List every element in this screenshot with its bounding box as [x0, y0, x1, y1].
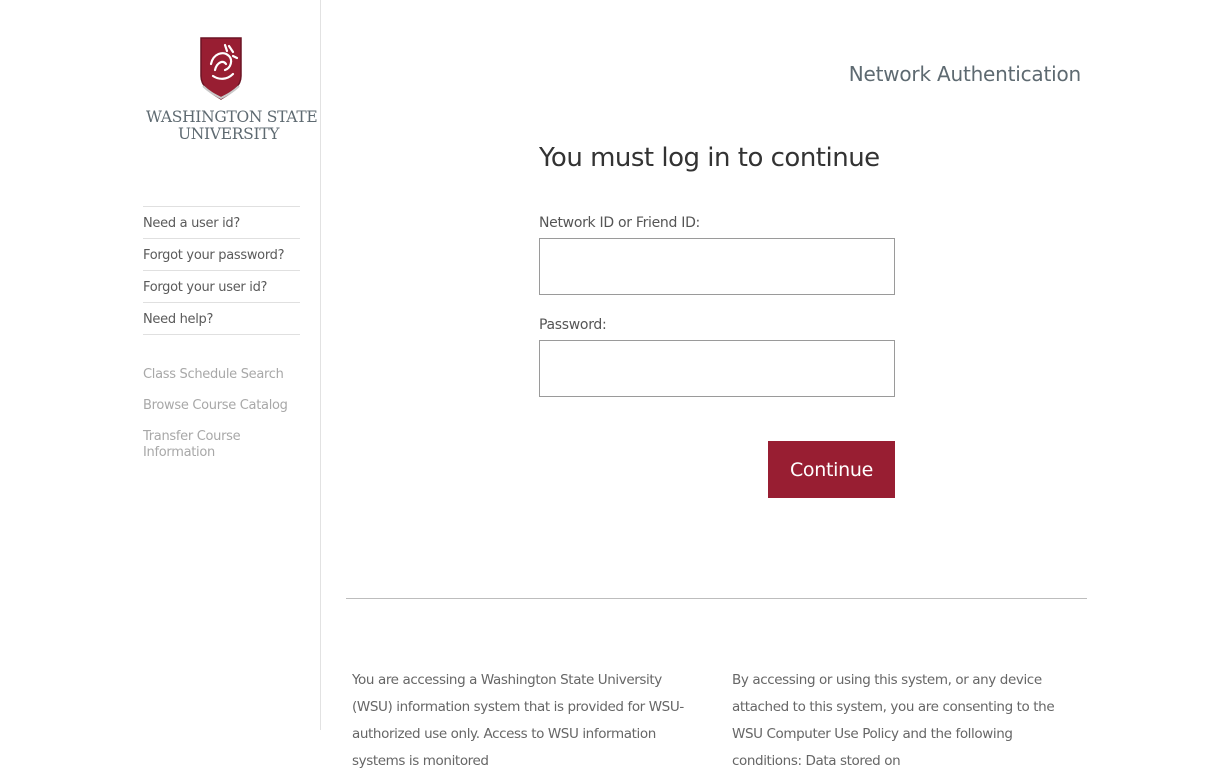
logo-line-2: UNIVERSITY [178, 125, 280, 143]
forgot-password-link[interactable]: Forgot your password? [143, 238, 300, 270]
class-schedule-search-link[interactable]: Class Schedule Search [143, 367, 300, 383]
user-id-input[interactable] [539, 238, 895, 295]
continue-button[interactable]: Continue [768, 441, 895, 498]
page-header-title: Network Authentication [848, 62, 1081, 86]
forgot-user-id-link[interactable]: Forgot your user id? [143, 270, 300, 302]
transfer-course-info-link[interactable]: Transfer Course Information [143, 429, 300, 461]
need-user-id-link[interactable]: Need a user id? [143, 206, 300, 238]
sidebar: WASHINGTON STATE UNIVERSITY Need a user … [0, 0, 321, 730]
course-links: Class Schedule Search Browse Course Cata… [143, 367, 300, 476]
logo-line-1: WASHINGTON STATE [146, 108, 318, 126]
browse-course-catalog-link[interactable]: Browse Course Catalog [143, 398, 300, 414]
wsu-logo[interactable]: WASHINGTON STATE UNIVERSITY [143, 36, 318, 143]
help-links: Need a user id? Forgot your password? Fo… [143, 206, 300, 335]
usage-notice-left: You are accessing a Washington State Uni… [352, 672, 684, 769]
password-input[interactable] [539, 340, 895, 397]
need-help-link[interactable]: Need help? [143, 302, 300, 335]
user-id-label: Network ID or Friend ID: [539, 215, 700, 231]
usage-notice-right: By accessing or using this system, or an… [732, 672, 1055, 769]
divider [346, 598, 1087, 599]
password-label: Password: [539, 317, 607, 333]
cougar-shield-icon [200, 37, 242, 100]
login-heading: You must log in to continue [539, 143, 880, 173]
